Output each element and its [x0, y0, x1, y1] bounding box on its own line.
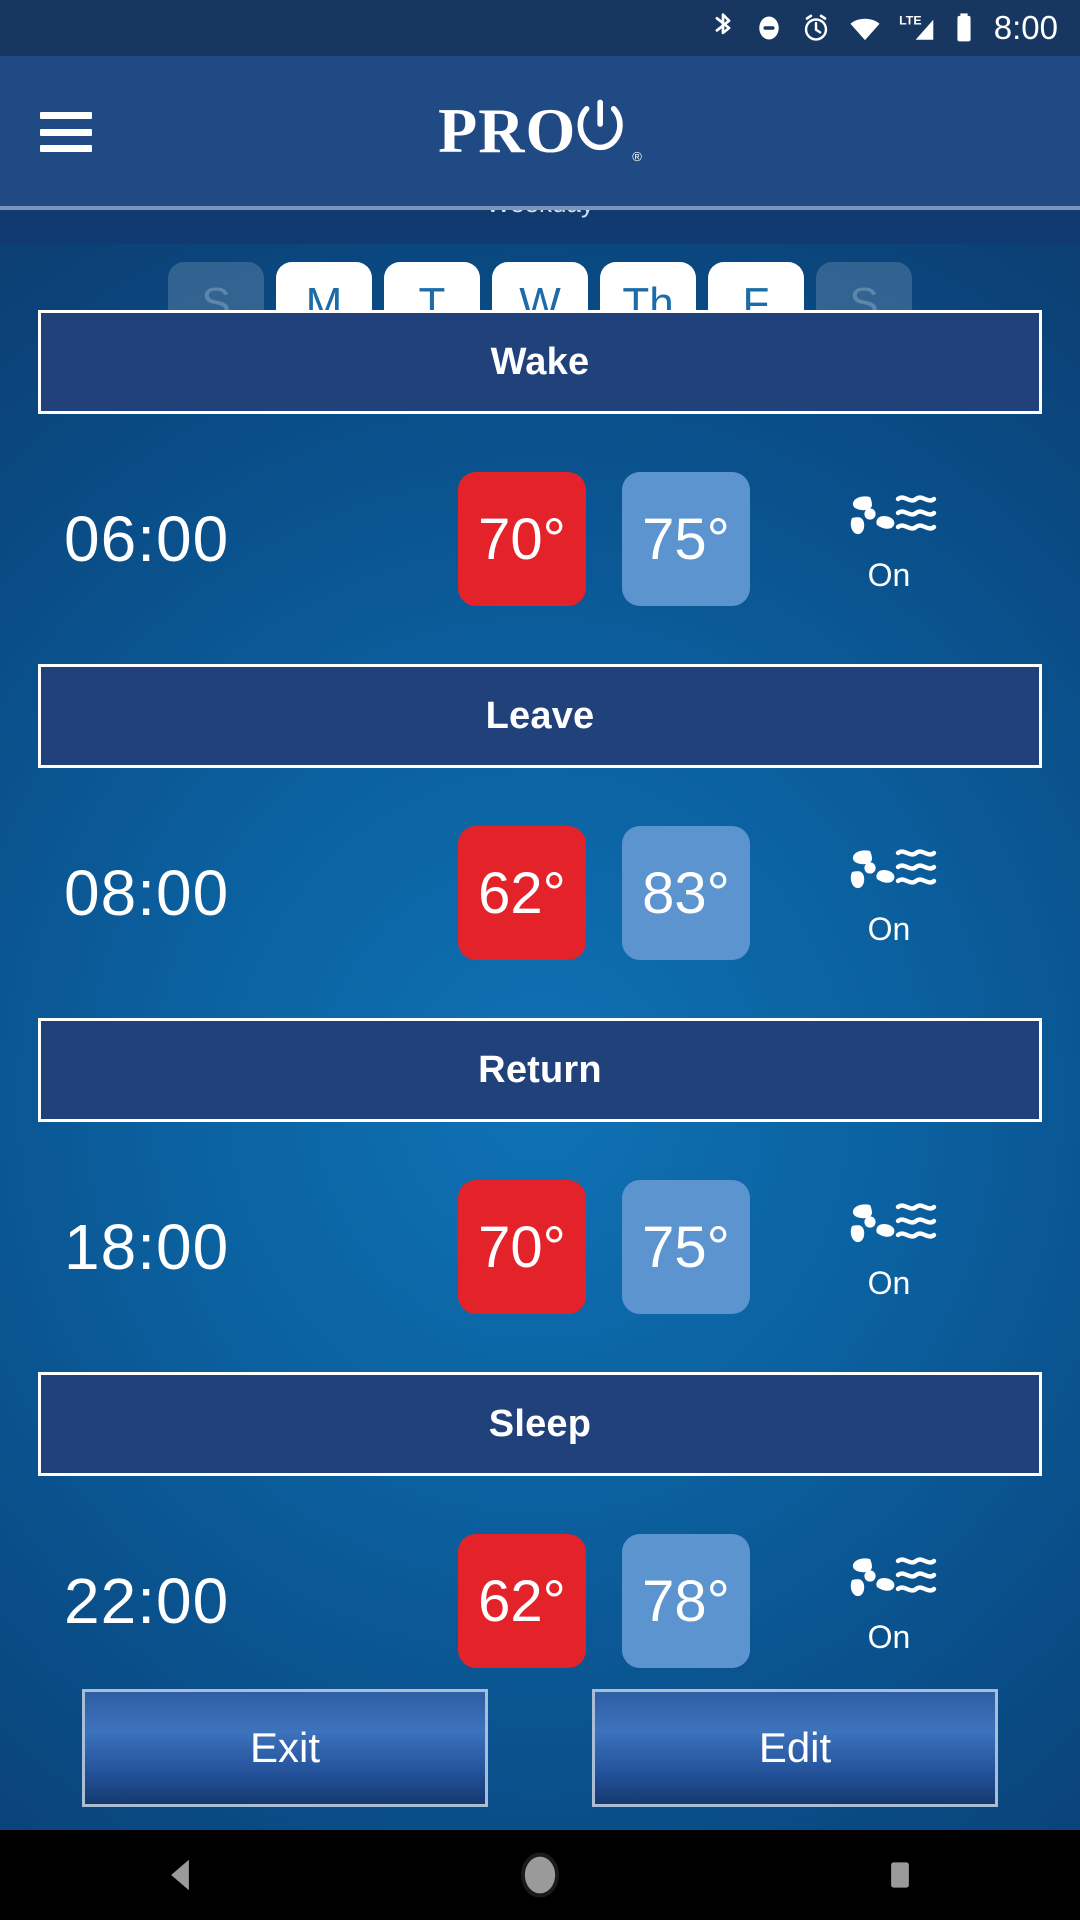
lte-signal-icon: LTE	[898, 11, 938, 45]
period-time[interactable]: 08:00	[38, 856, 458, 930]
period-name: Leave	[485, 694, 595, 737]
fan-control[interactable]: On	[824, 1547, 954, 1656]
fan-state-label: On	[867, 556, 911, 593]
wifi-icon	[848, 11, 882, 45]
svg-text:LTE: LTE	[899, 13, 921, 27]
brand-logo-text: PRO	[438, 95, 577, 166]
fan-blowing-icon	[850, 848, 937, 888]
period-name: Sleep	[488, 1402, 592, 1445]
schedule-row-wake: 06:00 70° 75° On	[0, 414, 1080, 664]
android-nav-bar	[0, 1830, 1080, 1920]
recents-square-icon[interactable]	[820, 1830, 980, 1920]
bluetooth-icon	[708, 11, 738, 45]
fan-state-label: On	[867, 1618, 911, 1655]
do-not-disturb-icon	[754, 11, 784, 45]
fan-blowing-icon	[850, 494, 937, 534]
fan-state-label: On	[867, 910, 911, 947]
home-circle-icon[interactable]	[460, 1830, 620, 1920]
period-time[interactable]: 06:00	[38, 502, 458, 576]
fan-blowing-icon	[850, 1202, 937, 1242]
back-triangle-icon[interactable]	[100, 1830, 260, 1920]
fan-state-label: On	[867, 1264, 911, 1301]
battery-icon	[954, 11, 974, 45]
registered-mark: ®	[632, 149, 642, 164]
period-time[interactable]: 22:00	[38, 1564, 458, 1638]
exit-button[interactable]: Exit	[82, 1689, 488, 1807]
period-band-wake[interactable]: Wake	[38, 310, 1042, 414]
period-band-leave[interactable]: Leave	[38, 664, 1042, 768]
cool-setpoint[interactable]: 75°	[622, 1180, 750, 1314]
hamburger-menu-icon[interactable]	[40, 112, 92, 152]
clipped-header-text: Weekday	[0, 210, 1080, 219]
period-band-sleep[interactable]: Sleep	[38, 1372, 1042, 1476]
app-bar: PRO ®	[0, 56, 1080, 208]
heat-setpoint[interactable]: 70°	[458, 472, 586, 606]
period-name: Wake	[490, 340, 590, 383]
fan-control[interactable]: On	[824, 839, 954, 948]
fan-blowing-icon	[850, 1556, 937, 1596]
cool-setpoint[interactable]: 83°	[622, 826, 750, 960]
app-screen: LTE 8:00 PRO ® Weekday	[0, 0, 1080, 1920]
period-band-return[interactable]: Return	[38, 1018, 1042, 1122]
edit-button[interactable]: Edit	[592, 1689, 998, 1807]
status-bar-clock: 8:00	[993, 9, 1058, 46]
period-time[interactable]: 18:00	[38, 1210, 458, 1284]
cool-setpoint[interactable]: 78°	[622, 1534, 750, 1668]
clipped-header: Weekday	[0, 210, 1080, 244]
fan-control[interactable]: On	[824, 1193, 954, 1302]
alarm-icon	[800, 11, 832, 45]
footer-actions: Exit Edit	[0, 1688, 1080, 1808]
power-symbol-icon	[577, 99, 623, 151]
fan-control[interactable]: On	[824, 485, 954, 594]
status-bar: LTE 8:00	[0, 0, 1080, 56]
schedule-list: Wake 06:00 70° 75° On Leave 08:00 62° 83…	[0, 310, 1080, 1726]
schedule-row-leave: 08:00 62° 83° On	[0, 768, 1080, 1018]
brand-logo: PRO ®	[438, 94, 642, 170]
schedule-screen: Weekday S M T W Th F S	[0, 210, 1080, 1830]
heat-setpoint[interactable]: 70°	[458, 1180, 586, 1314]
heat-setpoint[interactable]: 62°	[458, 1534, 586, 1668]
period-name: Return	[478, 1048, 602, 1091]
heat-setpoint[interactable]: 62°	[458, 826, 586, 960]
cool-setpoint[interactable]: 75°	[622, 472, 750, 606]
schedule-row-return: 18:00 70° 75° On	[0, 1122, 1080, 1372]
